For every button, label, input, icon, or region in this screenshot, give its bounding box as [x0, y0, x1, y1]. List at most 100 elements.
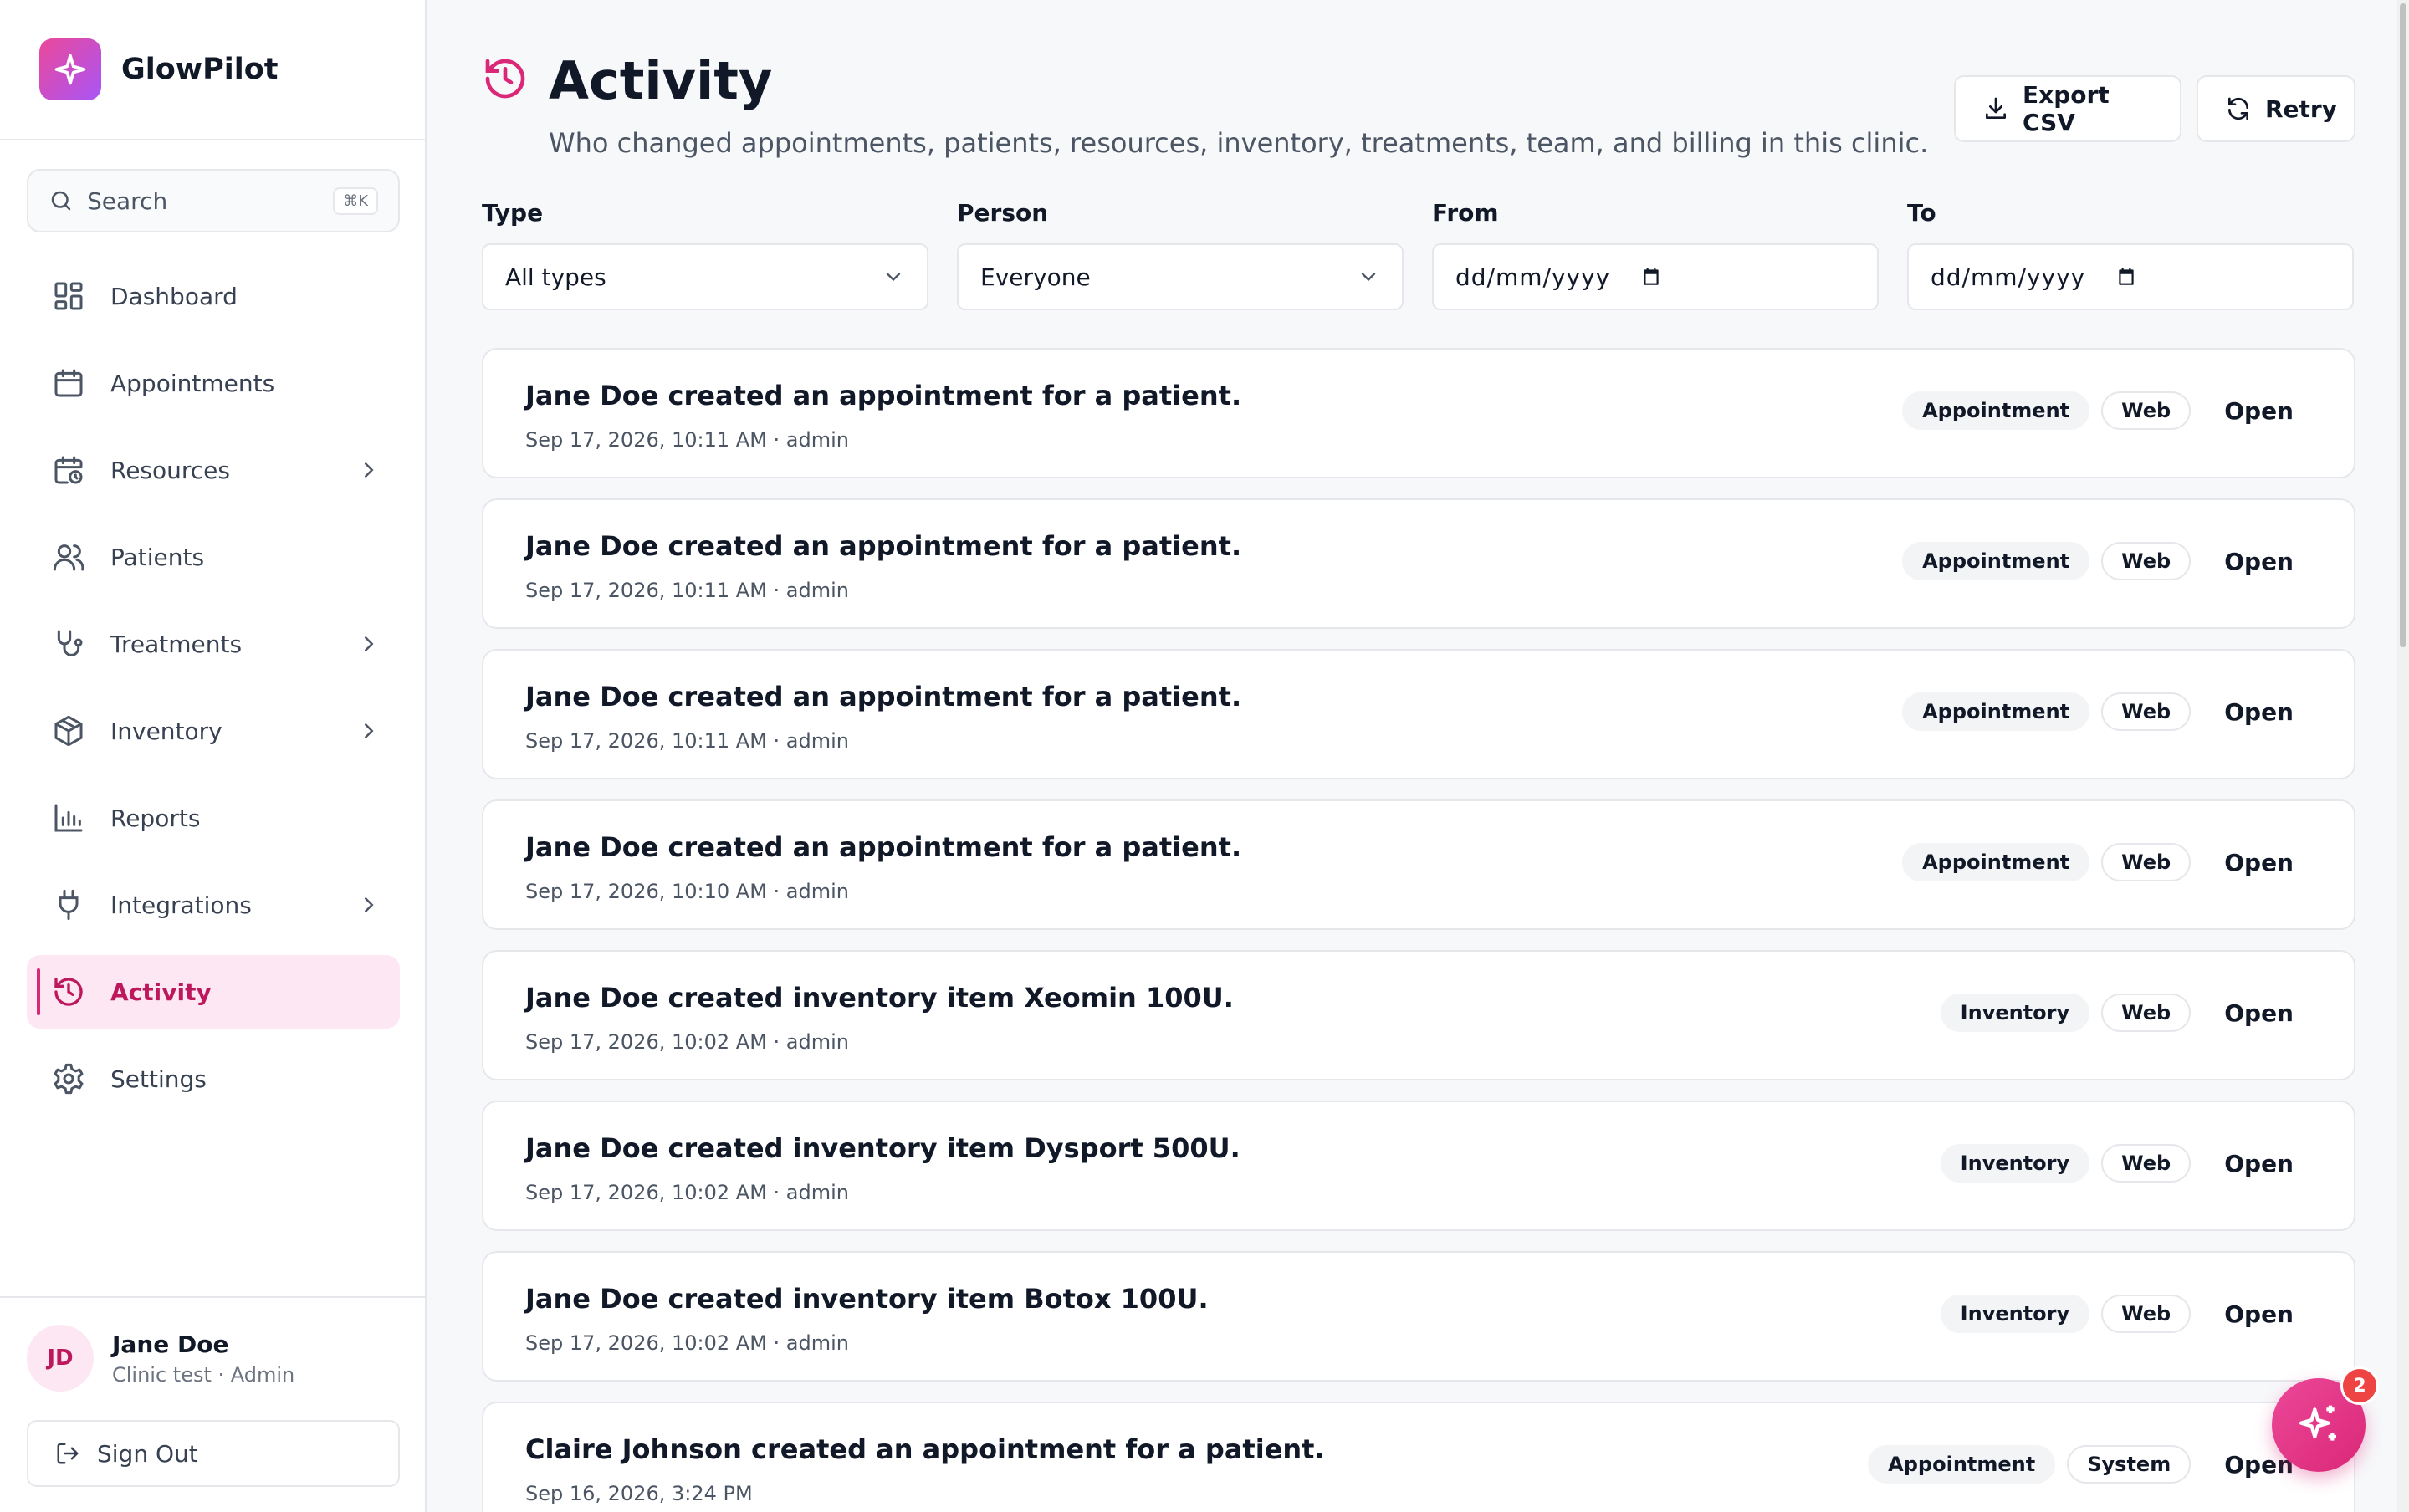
source-badge: Web	[2101, 1144, 2192, 1183]
open-link[interactable]: Open	[2224, 698, 2294, 726]
type-badge: Appointment	[1902, 843, 2090, 881]
activity-meta: Sep 17, 2026, 10:10 AM · admin	[525, 880, 849, 903]
activity-title: Jane Doe created an appointment for a pa…	[525, 380, 1242, 411]
sidebar-item-activity[interactable]: Activity	[27, 955, 400, 1029]
calendar-icon[interactable]	[1640, 266, 1662, 288]
from-date-value: dd/mm/yyyy	[1455, 263, 1611, 291]
sidebar-item-label: Inventory	[110, 717, 222, 745]
type-badge: Appointment	[1902, 542, 2090, 580]
user-profile[interactable]: JD Jane Doe Clinic test · Admin	[27, 1325, 294, 1392]
activity-item: Jane Doe created inventory item Dysport …	[482, 1101, 2355, 1231]
sidebar-item-integrations[interactable]: Integrations	[27, 868, 400, 942]
sidebar-item-label: Appointments	[110, 369, 275, 397]
page-subtitle: Who changed appointments, patients, reso…	[549, 127, 1929, 159]
search-icon	[49, 188, 74, 213]
history-icon	[52, 975, 85, 1009]
avatar: JD	[27, 1325, 94, 1392]
filter-type-label: Type	[482, 199, 544, 227]
chevron-right-icon	[356, 718, 381, 743]
filter-type: Type All types	[482, 199, 928, 310]
retry-label: Retry	[2265, 94, 2337, 123]
activity-item: Jane Doe created an appointment for a pa…	[482, 348, 2355, 478]
sidebar-item-dashboard[interactable]: Dashboard	[27, 259, 400, 333]
type-select[interactable]: All types	[482, 243, 928, 310]
activity-meta: Sep 17, 2026, 10:02 AM · admin	[525, 1030, 849, 1054]
sparkles-icon	[2295, 1402, 2342, 1448]
filter-person-label: Person	[957, 199, 1049, 227]
activity-tags: Inventory Web Open	[1940, 1144, 2294, 1183]
open-link[interactable]: Open	[2224, 1150, 2294, 1177]
sidebar-item-patients[interactable]: Patients	[27, 520, 400, 594]
calendar-icon[interactable]	[2115, 266, 2137, 288]
type-badge: Appointment	[1902, 692, 2090, 731]
scrollbar-thumb[interactable]	[2400, 3, 2406, 647]
sidebar-item-resources[interactable]: Resources	[27, 433, 400, 507]
sidebar-item-label: Activity	[110, 978, 212, 1006]
page-title: Activity	[549, 50, 773, 111]
sidebar-item-label: Reports	[110, 804, 201, 832]
activity-meta: Sep 17, 2026, 10:02 AM · admin	[525, 1331, 849, 1355]
to-date-value: dd/mm/yyyy	[1931, 263, 2086, 291]
person-select[interactable]: Everyone	[957, 243, 1404, 310]
sidebar-item-label: Integrations	[110, 891, 252, 919]
sign-out-button[interactable]: Sign Out	[27, 1420, 400, 1487]
chevron-down-icon	[1357, 265, 1380, 289]
bar-chart-icon	[52, 801, 85, 835]
user-section: JD Jane Doe Clinic test · Admin Sign Out	[0, 1296, 425, 1487]
open-link[interactable]: Open	[2224, 548, 2294, 575]
activity-title: Jane Doe created inventory item Botox 10…	[525, 1283, 1209, 1315]
to-date-input[interactable]: dd/mm/yyyy	[1907, 243, 2354, 310]
sparkle-logo-icon	[39, 38, 101, 100]
log-out-icon	[55, 1441, 80, 1466]
history-icon	[482, 55, 529, 102]
sidebar-item-label: Patients	[110, 543, 205, 571]
user-meta: Jane Doe Clinic test · Admin	[112, 1331, 294, 1387]
brand[interactable]: GlowPilot	[0, 0, 425, 140]
users-icon	[52, 540, 85, 574]
from-date-input[interactable]: dd/mm/yyyy	[1432, 243, 1879, 310]
sidebar-item-settings[interactable]: Settings	[27, 1042, 400, 1116]
export-csv-button[interactable]: Export CSV	[1954, 75, 2181, 142]
sidebar-item-inventory[interactable]: Inventory	[27, 694, 400, 768]
scrollbar[interactable]	[2397, 0, 2409, 1512]
activity-tags: Inventory Web Open	[1940, 1295, 2294, 1333]
sidebar-item-reports[interactable]: Reports	[27, 781, 400, 855]
calendar-clock-icon	[52, 453, 85, 487]
activity-title: Jane Doe created an appointment for a pa…	[525, 681, 1242, 713]
activity-meta: Sep 17, 2026, 10:11 AM · admin	[525, 579, 849, 602]
retry-button[interactable]: Retry	[2197, 75, 2355, 142]
source-badge: Web	[2101, 843, 2192, 881]
activity-tags: Appointment System Open	[1868, 1445, 2294, 1484]
gear-icon	[52, 1062, 85, 1096]
type-badge: Appointment	[1902, 391, 2090, 430]
open-link[interactable]: Open	[2224, 849, 2294, 876]
activity-title: Jane Doe created an appointment for a pa…	[525, 831, 1242, 863]
sign-out-label: Sign Out	[97, 1439, 198, 1468]
sidebar-item-appointments[interactable]: Appointments	[27, 346, 400, 420]
chevron-right-icon	[356, 631, 381, 656]
chevron-down-icon	[882, 265, 905, 289]
source-badge: Web	[2101, 1295, 2192, 1333]
activity-item: Jane Doe created an appointment for a pa…	[482, 799, 2355, 930]
activity-tags: Appointment Web Open	[1902, 843, 2294, 881]
source-badge: Web	[2101, 994, 2192, 1032]
source-badge: System	[2067, 1445, 2192, 1484]
activity-item: Jane Doe created an appointment for a pa…	[482, 649, 2355, 779]
app-name: GlowPilot	[121, 53, 279, 86]
activity-meta: Sep 17, 2026, 10:02 AM · admin	[525, 1181, 849, 1204]
type-badge: Appointment	[1868, 1445, 2056, 1484]
filter-from: From dd/mm/yyyy	[1432, 199, 1879, 310]
filter-to-label: To	[1907, 199, 1936, 227]
open-link[interactable]: Open	[2224, 1300, 2294, 1328]
type-select-value: All types	[505, 263, 606, 291]
export-csv-label: Export CSV	[2023, 81, 2110, 136]
search-shortcut: ⌘K	[333, 186, 378, 215]
source-badge: Web	[2101, 692, 2192, 731]
sidebar-item-treatments[interactable]: Treatments	[27, 607, 400, 681]
stethoscope-icon	[52, 627, 85, 661]
activity-title: Jane Doe created inventory item Dysport …	[525, 1132, 1240, 1164]
type-badge: Inventory	[1940, 1144, 2090, 1183]
open-link[interactable]: Open	[2224, 397, 2294, 425]
open-link[interactable]: Open	[2224, 999, 2294, 1027]
search-input[interactable]: Search ⌘K	[27, 169, 400, 232]
